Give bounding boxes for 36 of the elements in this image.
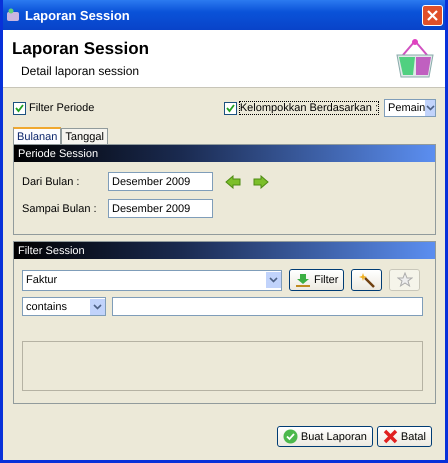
- app-icon: [6, 8, 20, 22]
- close-icon: [427, 10, 438, 20]
- window-title: Laporan Session: [25, 8, 131, 22]
- check-circle-icon: [282, 429, 298, 444]
- operator-dropdown[interactable]: contains: [22, 297, 106, 316]
- check-icon: [15, 104, 24, 112]
- filter-value-field[interactable]: [112, 297, 423, 316]
- month-field[interactable]: Desember 2009: [108, 172, 213, 191]
- month-field[interactable]: Desember 2009: [108, 199, 213, 218]
- magic-wand-icon: [358, 272, 375, 288]
- magic-wand-button[interactable]: [351, 269, 382, 291]
- tab[interactable]: Bulanan: [13, 127, 62, 144]
- dialog-subtitle: Detail laporan session: [21, 64, 140, 78]
- group-by-checkbox[interactable]: Kelompokkan Berdasarkan :: [224, 102, 378, 114]
- check-icon: [226, 104, 235, 112]
- field-label: Dari Bulan :: [22, 176, 80, 188]
- panel-header: Filter Session: [14, 242, 435, 259]
- left-arrow-icon[interactable]: [225, 174, 241, 188]
- right-arrow-icon[interactable]: [253, 174, 269, 188]
- field-label: Sampai Bulan :: [22, 202, 98, 214]
- chevron-down-icon: [92, 304, 102, 310]
- download-arrow-icon: [295, 273, 311, 287]
- tab[interactable]: Tanggal: [61, 128, 108, 144]
- panel-header: Periode Session: [14, 145, 435, 162]
- cancel-button[interactable]: Batal: [376, 426, 432, 447]
- close-button[interactable]: [422, 4, 443, 26]
- chevron-down-icon: [269, 277, 278, 283]
- dialog-title: Laporan Session: [12, 39, 149, 59]
- field-dropdown[interactable]: Faktur: [22, 270, 282, 290]
- star-icon: [396, 272, 413, 288]
- cross-icon: [382, 429, 398, 444]
- filter-button[interactable]: Filter: [289, 269, 344, 291]
- create-report-button[interactable]: Buat Laporan: [276, 426, 373, 447]
- chevron-down-icon: [426, 105, 435, 111]
- group-by-dropdown[interactable]: Pemain: [384, 99, 436, 117]
- filter-periode-checkbox[interactable]: Filter Periode: [13, 102, 94, 114]
